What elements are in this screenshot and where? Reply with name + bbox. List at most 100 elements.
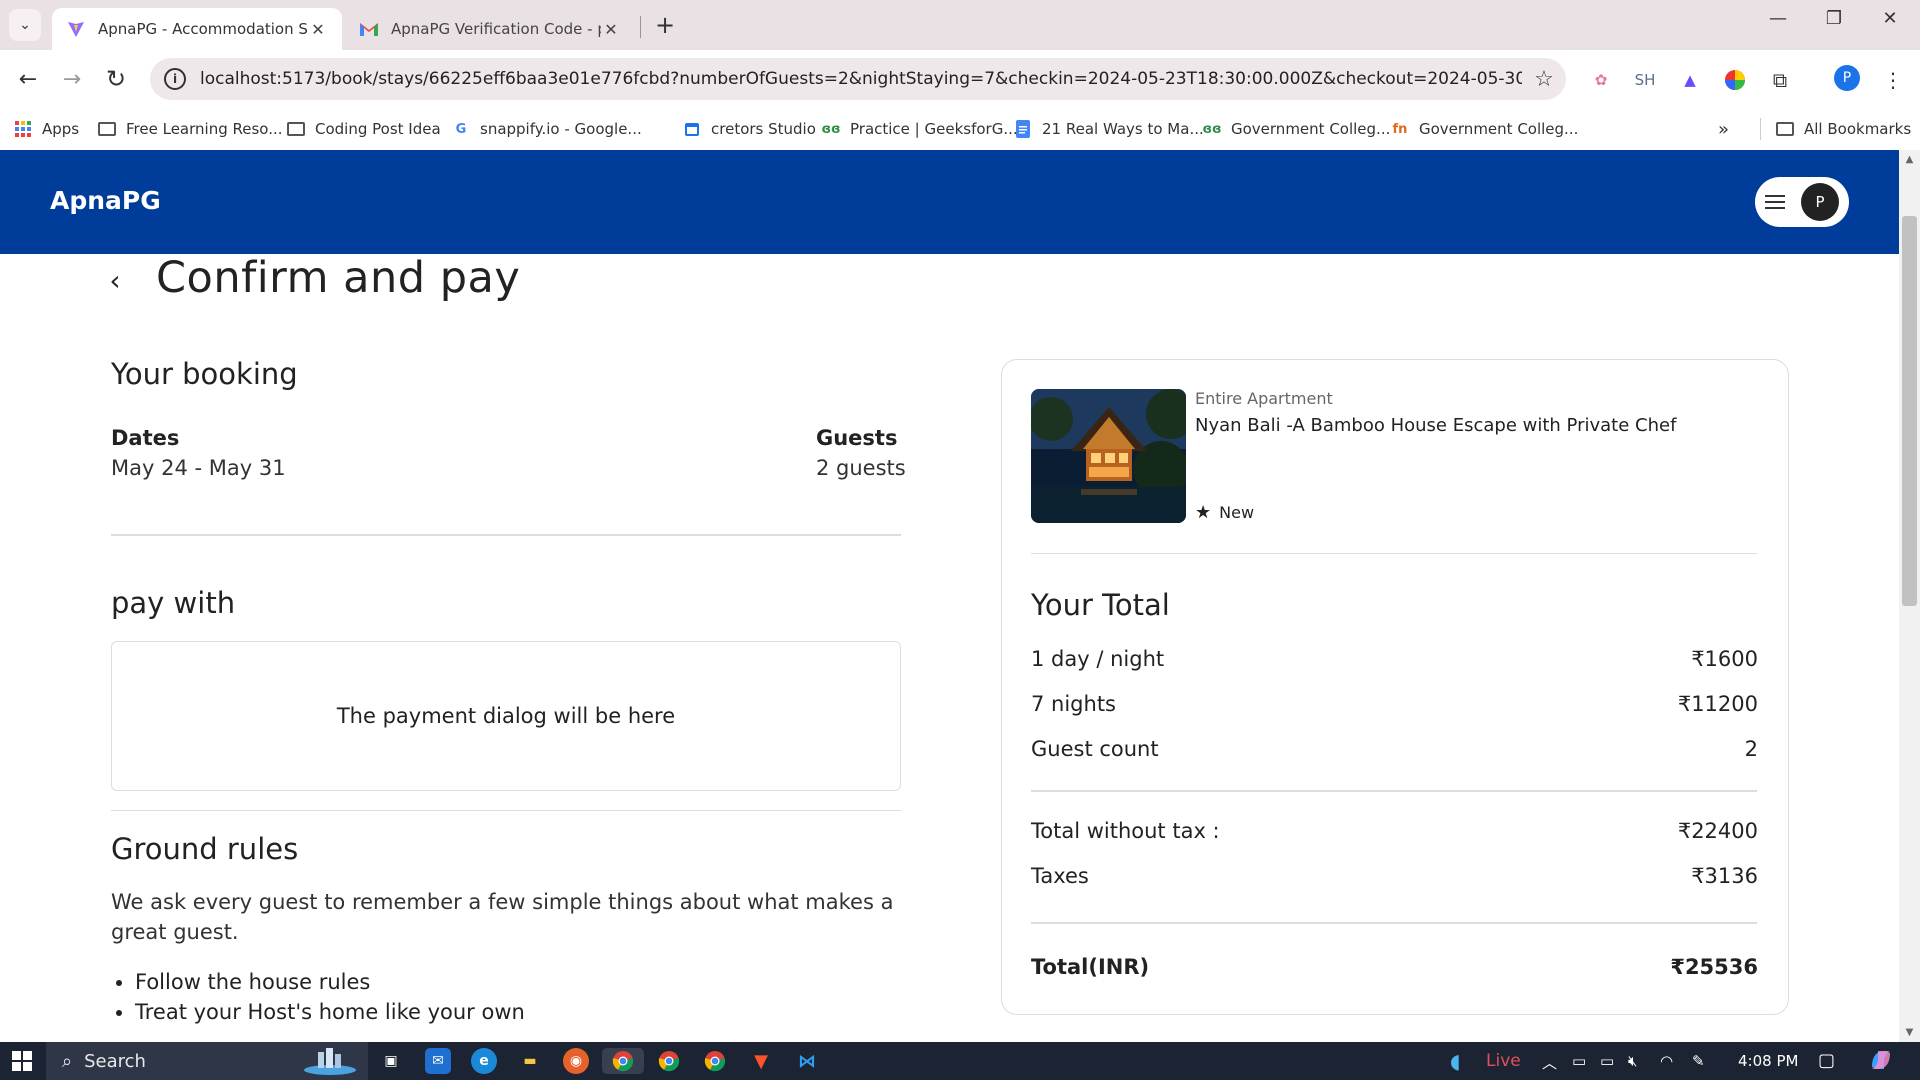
user-menu-button[interactable]: P: [1755, 177, 1849, 227]
minimize-button[interactable]: —: [1758, 8, 1798, 29]
bookmark-label: Practice | GeeksforG...: [850, 120, 1018, 138]
docs-icon: [1014, 120, 1032, 138]
close-icon[interactable]: ✕: [601, 20, 621, 39]
total-value: ₹25536: [1670, 955, 1758, 979]
back-arrow-icon[interactable]: ←: [12, 63, 44, 95]
taskbar-search[interactable]: ⌕ Search: [46, 1042, 368, 1080]
star-icon: ★: [1195, 502, 1212, 523]
brave-icon[interactable]: ▼: [748, 1048, 774, 1074]
more-menu-icon[interactable]: ⋮: [1880, 67, 1906, 93]
url-text[interactable]: localhost:5173/book/stays/66225eff6baa3e…: [200, 69, 1522, 89]
firefox-icon[interactable]: ◉: [563, 1048, 589, 1074]
ground-rules-list: Follow the house rules Treat your Host's…: [135, 967, 525, 1027]
rating-text: New: [1219, 503, 1255, 522]
chrome-icon[interactable]: [702, 1048, 728, 1074]
flame-icon[interactable]: ▲: [1677, 67, 1703, 93]
all-bookmarks[interactable]: All Bookmarks: [1776, 116, 1911, 142]
edge-icon[interactable]: e: [471, 1048, 497, 1074]
subtotal-value: ₹22400: [1677, 819, 1758, 843]
folder-icon: [98, 120, 116, 138]
ground-rules-text: We ask every guest to remember a few sim…: [111, 890, 894, 944]
notification-icon[interactable]: ▢: [1818, 1050, 1835, 1071]
extension-sh[interactable]: SH: [1632, 67, 1658, 93]
dates-label: Dates: [111, 426, 180, 450]
bookmarks-bar: Apps Free Learning Reso... Coding Post I…: [0, 108, 1920, 150]
bookmark-link[interactable]: G snappify.io - Google...: [452, 116, 642, 142]
scroll-up-icon[interactable]: ▲: [1901, 154, 1918, 165]
bookmark-link[interactable]: 21 Real Ways to Ma...: [1014, 116, 1204, 142]
app-header: ApnaPG P: [0, 150, 1899, 254]
battery-icon[interactable]: ▭: [1600, 1052, 1614, 1070]
your-total-heading: Your Total: [1031, 588, 1170, 622]
profile-avatar[interactable]: P: [1834, 65, 1860, 91]
bookmark-link[interactable]: fn Government Colleg...: [1391, 116, 1579, 142]
cricket-live-icon[interactable]: ◖: [1450, 1049, 1461, 1073]
lotus-icon[interactable]: ✿: [1588, 67, 1614, 93]
bookmark-link[interactable]: cretors Studio: [683, 116, 816, 142]
clock[interactable]: 4:08 PM: [1738, 1052, 1798, 1070]
live-text[interactable]: Live: [1486, 1051, 1521, 1071]
ground-rules-heading: Ground rules: [111, 832, 299, 866]
bookmark-label: Government Colleg...: [1231, 120, 1391, 138]
price-row-label: 7 nights: [1031, 692, 1116, 716]
page-title: Confirm and pay: [156, 253, 521, 303]
wifi-icon[interactable]: ◠: [1660, 1052, 1673, 1070]
bookmark-folder[interactable]: Coding Post Idea: [287, 116, 441, 142]
bookmark-apps[interactable]: Apps: [14, 116, 79, 142]
search-highlight-icon: [302, 1046, 358, 1080]
close-icon[interactable]: ✕: [308, 20, 328, 39]
bookmark-folder[interactable]: Free Learning Reso...: [98, 116, 283, 142]
payment-dialog-placeholder: The payment dialog will be here: [111, 641, 901, 791]
back-chevron-icon[interactable]: ‹: [100, 264, 130, 297]
vscode-icon[interactable]: ⋈: [794, 1048, 820, 1074]
your-booking-heading: Your booking: [111, 357, 298, 391]
chrome-icon[interactable]: [656, 1048, 682, 1074]
forward-arrow-icon[interactable]: →: [56, 63, 88, 95]
puzzle-icon[interactable]: ⧉: [1767, 67, 1793, 93]
listing-type: Entire Apartment: [1195, 389, 1333, 408]
copilot-icon[interactable]: [1868, 1047, 1894, 1077]
gmail-icon: [359, 19, 379, 39]
file-explorer-icon[interactable]: ▬: [517, 1048, 543, 1074]
bookmark-label: 21 Real Ways to Ma...: [1042, 120, 1204, 138]
reload-icon[interactable]: ↻: [100, 63, 132, 95]
payment-placeholder-text: The payment dialog will be here: [336, 704, 676, 728]
meet-icon[interactable]: ▭: [1572, 1052, 1586, 1070]
windows-taskbar: ⌕ Search ▣ ✉ e ▬ ◉ ▼ ⋈ ◖ Live ︿ ▭ ▭ 🔇︎ ◠…: [0, 1042, 1920, 1080]
taxes-value: ₹3136: [1691, 864, 1758, 888]
site-info-icon[interactable]: i: [164, 68, 186, 90]
task-view-icon[interactable]: ▣: [378, 1048, 404, 1074]
divider: [1031, 922, 1757, 924]
restore-button[interactable]: ❐: [1814, 8, 1854, 29]
listing-image: [1031, 389, 1186, 523]
browser-tab-strip: ⌄ ApnaPG - Accommodation Solu ✕ ApnaPG V…: [0, 0, 1920, 50]
bookmarks-overflow-icon[interactable]: »: [1718, 116, 1729, 142]
search-placeholder: Search: [84, 1050, 146, 1072]
color-wheel-icon[interactable]: [1722, 67, 1748, 93]
tab-search-button[interactable]: ⌄: [9, 9, 41, 41]
hamburger-icon: [1765, 195, 1785, 209]
windows-start-icon[interactable]: [12, 1051, 32, 1071]
bookmark-label: cretors Studio: [711, 120, 816, 138]
chrome-active-icon[interactable]: [602, 1048, 644, 1074]
tab-separator: [640, 16, 641, 38]
scroll-down-icon[interactable]: ▼: [1901, 1027, 1918, 1038]
address-bar[interactable]: i localhost:5173/book/stays/66225eff6baa…: [150, 58, 1566, 100]
bookmark-link[interactable]: ɞɞ Practice | GeeksforG...: [821, 116, 1018, 142]
window-close-button[interactable]: ✕: [1870, 8, 1910, 29]
bookmark-star-icon[interactable]: ☆: [1522, 67, 1566, 92]
list-item: Treat your Host's home like your own: [135, 997, 525, 1027]
tab-apnapg[interactable]: ApnaPG - Accommodation Solu ✕: [52, 8, 342, 50]
bookmark-link[interactable]: ɞɞ Government Colleg...: [1202, 116, 1391, 142]
bookmark-label: Apps: [42, 120, 80, 138]
chevron-up-icon[interactable]: ︿: [1542, 1052, 1557, 1073]
volume-mute-icon[interactable]: 🔇︎: [1628, 1052, 1637, 1070]
tab-gmail[interactable]: ApnaPG Verification Code - pra ✕: [345, 8, 635, 50]
mail-icon[interactable]: ✉: [425, 1048, 451, 1074]
subtotal-label: Total without tax :: [1031, 819, 1220, 843]
pen-icon[interactable]: ✎: [1692, 1052, 1705, 1070]
rating-badge: ★ New: [1195, 502, 1254, 523]
new-tab-button[interactable]: +: [650, 10, 680, 40]
brand-logo[interactable]: ApnaPG: [50, 186, 161, 215]
scrollbar-thumb[interactable]: [1902, 216, 1917, 606]
